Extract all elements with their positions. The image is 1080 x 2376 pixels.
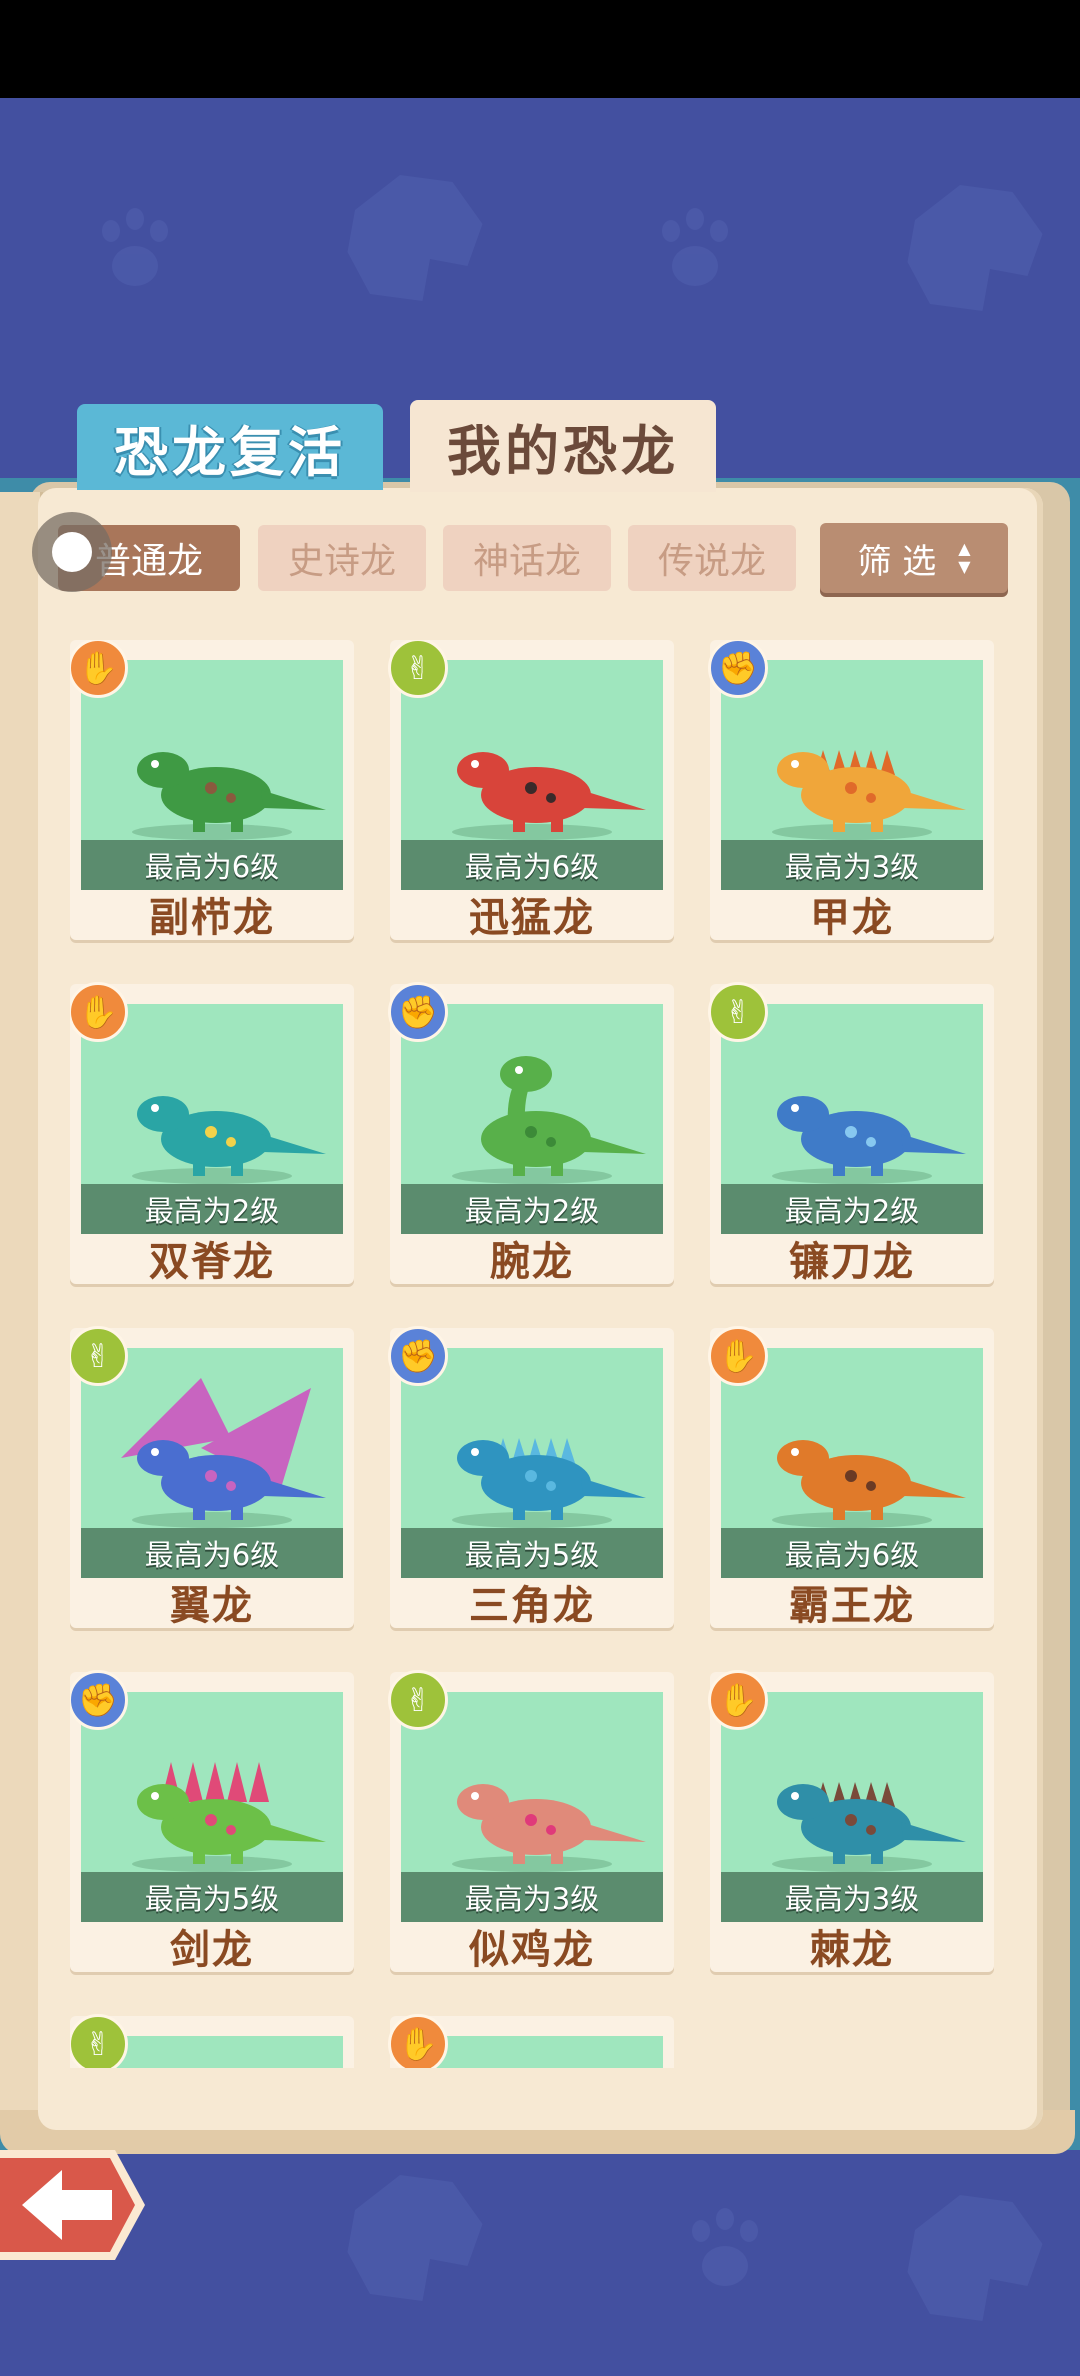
dino-head-silhouette-icon [347, 175, 483, 301]
filter-tab-legendary[interactable]: 传说龙 [628, 525, 796, 591]
back-button[interactable] [0, 2140, 150, 2270]
dinosaur-name: 翼龙 [170, 1583, 254, 1629]
dino-head-silhouette-icon [347, 2175, 483, 2301]
hand-rock-icon: ✊ [388, 1326, 448, 1386]
dinosaur-card[interactable]: 最高为6级翼龙 ✌ [70, 1326, 354, 1629]
dinosaur-name: 双脊龙 [149, 1239, 275, 1285]
dinosaur-card[interactable]: 最高为5级三角龙 ✊ [388, 1326, 674, 1629]
max-level-label: 最高为6级 [81, 1528, 343, 1578]
dinosaur-card[interactable]: 最高为6级霸王龙 ✋ [708, 1326, 994, 1629]
paw-print-icon [650, 208, 740, 298]
dinosaur-name: 似鸡龙 [469, 1927, 595, 1973]
hand-paper-icon: ✋ [708, 1670, 768, 1730]
dinosaur-name: 镰刀龙 [789, 1239, 915, 1285]
dinosaur-card[interactable]: ✌ [70, 2014, 354, 2068]
dinosaur-card[interactable]: 最高为2级镰刀龙 ✌ [708, 982, 994, 1285]
dinosaur-name: 迅猛龙 [469, 895, 595, 941]
dinosaur-card[interactable]: 最高为3级似鸡龙 ✌ [388, 1670, 674, 1973]
dinosaur-image: 最高为6级 [721, 1348, 983, 1578]
dinosaur-name: 甲龙 [810, 895, 894, 941]
dinosaur-name: 腕龙 [490, 1239, 574, 1285]
tab-my-dinosaurs[interactable]: 我的恐龙 [410, 400, 716, 492]
sort-arrows-icon: ▲ ▼ [958, 539, 971, 576]
hand-scissors-icon: ✌ [388, 1670, 448, 1730]
hand-paper-icon: ✋ [388, 2014, 448, 2068]
max-level-label: 最高为2级 [401, 1184, 663, 1234]
status-bar [0, 0, 1080, 98]
dinosaur-name: 副栉龙 [149, 895, 275, 941]
dino-head-silhouette-icon [907, 2195, 1043, 2321]
dinosaur-image: 最高为5级 [81, 1692, 343, 1922]
hand-paper-icon: ✋ [70, 982, 128, 1042]
dinosaur-name: 三角龙 [469, 1583, 595, 1629]
max-level-label: 最高为5级 [401, 1528, 663, 1578]
dinosaur-image: 最高为5级 [401, 1348, 663, 1578]
max-level-label: 最高为6级 [401, 840, 663, 890]
filter-tab-epic[interactable]: 史诗龙 [258, 525, 426, 591]
max-level-label: 最高为3级 [401, 1872, 663, 1922]
filter-button[interactable]: 筛 选 ▲ ▼ [820, 523, 1008, 593]
dinosaur-card[interactable]: 最高为5级剑龙 ✊ [70, 1670, 354, 1973]
dinosaur-grid: 最高为6级 副栉龙 ✋ 最高为6级 迅猛龙 ✌ 最高为3级 甲龙 ✊ 最高为2级 双脊龙 ✋ 最高为2级… [70, 640, 1010, 2068]
paw-print-icon [680, 2208, 770, 2298]
dinosaur-card[interactable]: ✋ [388, 2014, 674, 2068]
dino-head-silhouette-icon [907, 185, 1043, 311]
dinosaur-card[interactable]: 最高为3级棘龙 ✋ [708, 1670, 994, 1973]
dinosaur-image: 最高为6级 [81, 660, 343, 890]
hand-scissors-icon: ✌ [70, 2014, 128, 2068]
max-level-label: 最高为5级 [81, 1872, 343, 1922]
hand-rock-icon: ✊ [388, 982, 448, 1042]
dinosaur-card[interactable]: 最高为6级迅猛龙 ✌ [388, 640, 674, 941]
filter-tab-mythic[interactable]: 神话龙 [443, 525, 611, 591]
dinosaur-image: 最高为2级 [721, 1004, 983, 1234]
max-level-label: 最高为2级 [721, 1184, 983, 1234]
dinosaur-card[interactable]: 最高为3级甲龙 ✊ [708, 640, 994, 941]
tab-dinosaur-revive[interactable]: 恐龙复活 [77, 404, 383, 490]
dinosaur-image: 最高为3级 [721, 1692, 983, 1922]
filter-button-label: 筛 选 [857, 541, 937, 582]
hand-scissors-icon: ✌ [70, 1326, 128, 1386]
dinosaur-card[interactable]: 最高为6级 副栉龙 ✋ [70, 640, 354, 941]
dinosaur-card[interactable]: 最高为2级腕龙 ✊ [388, 982, 674, 1285]
dinosaur-image: 最高为3级 [721, 660, 983, 890]
hand-paper-icon: ✋ [708, 1326, 768, 1386]
max-level-label: 最高为3级 [721, 840, 983, 890]
max-level-label: 最高为3级 [721, 1872, 983, 1922]
dinosaur-image: 最高为3级 [401, 1692, 663, 1922]
max-level-label: 最高为6级 [81, 840, 343, 890]
hand-scissors-icon: ✌ [388, 640, 448, 698]
toggle-indicator[interactable] [32, 512, 112, 592]
dinosaur-name: 棘龙 [810, 1927, 894, 1973]
paw-print-icon [90, 208, 180, 298]
dinosaur-name: 霸王龙 [789, 1583, 915, 1629]
dinosaur-image: 最高为6级 [81, 1348, 343, 1578]
dinosaur-card[interactable]: 最高为2级双脊龙 ✋ [70, 982, 354, 1285]
max-level-label: 最高为2级 [81, 1184, 343, 1234]
dinosaur-image: 最高为2级 [401, 1004, 663, 1234]
dinosaur-image: 最高为6级 [401, 660, 663, 890]
dinosaur-name: 剑龙 [170, 1927, 254, 1973]
max-level-label: 最高为6级 [721, 1528, 983, 1578]
hand-scissors-icon: ✌ [708, 982, 768, 1042]
book-spine [0, 492, 43, 2132]
hand-rock-icon: ✊ [708, 640, 768, 698]
dinosaur-image: 最高为2级 [81, 1004, 343, 1234]
hand-rock-icon: ✊ [70, 1670, 128, 1730]
